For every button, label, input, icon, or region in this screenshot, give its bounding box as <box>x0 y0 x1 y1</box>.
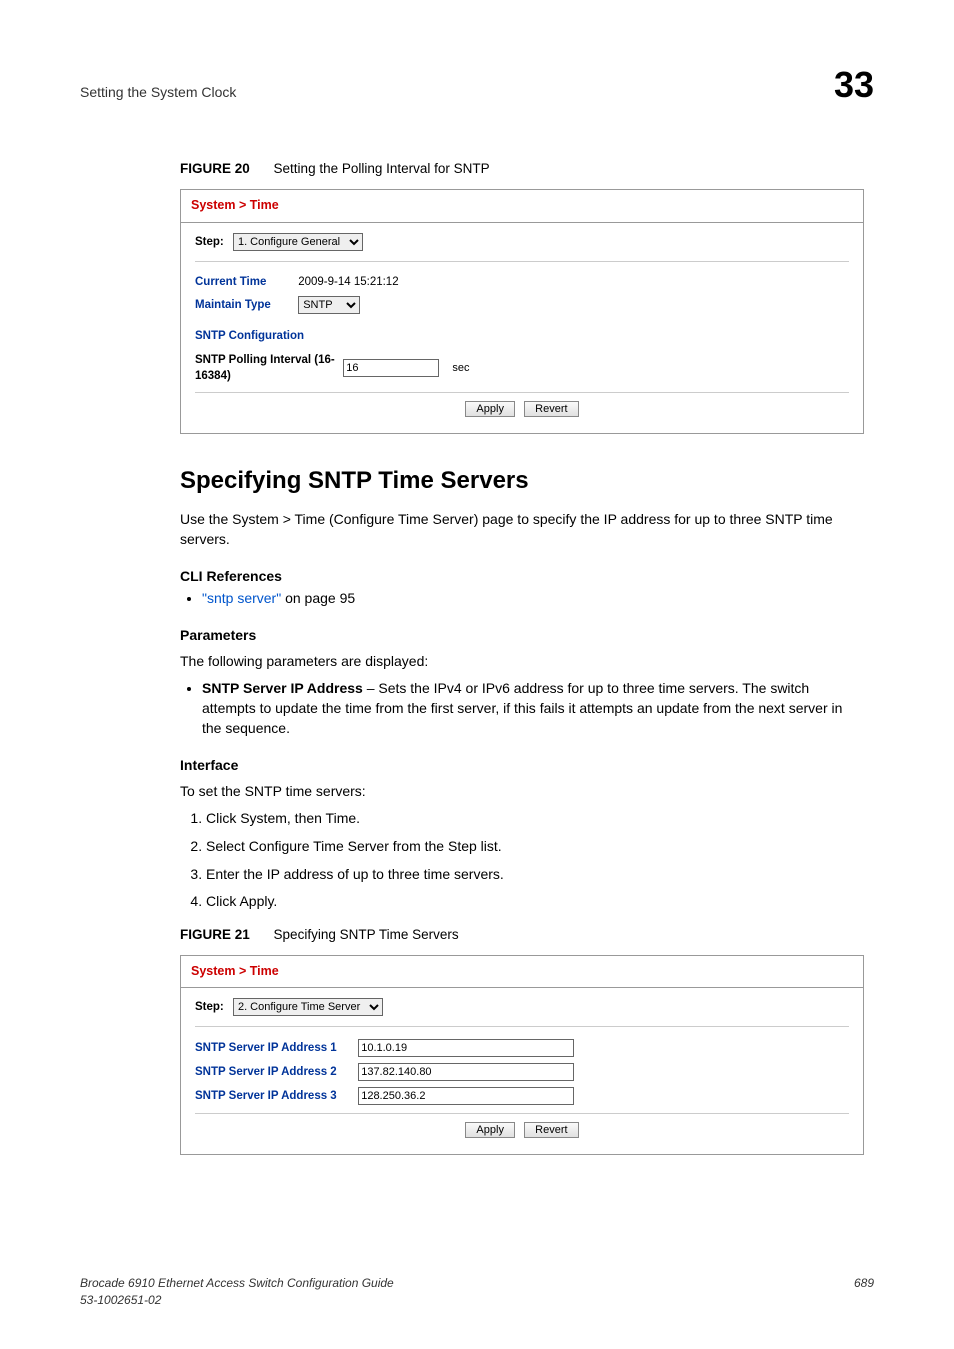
interface-heading: Interface <box>180 756 864 776</box>
revert-button-fig20[interactable]: Revert <box>524 401 578 417</box>
panel-title-fig21: System > Time <box>181 956 863 989</box>
maintain-type-select[interactable]: SNTP <box>298 296 360 314</box>
addr2-label: SNTP Server IP Address 2 <box>195 1064 355 1080</box>
step-label-fig21: Step: <box>195 1001 224 1013</box>
apply-button-fig20[interactable]: Apply <box>465 401 515 417</box>
interface-step: Click System, then Time. <box>206 809 864 829</box>
parameter-name: SNTP Server IP Address <box>202 680 363 696</box>
poll-interval-input[interactable] <box>343 359 439 377</box>
cli-link-suffix: on page 95 <box>281 590 355 606</box>
step-label-fig20: Step: <box>195 236 224 248</box>
figure20-caption: FIGURE 20 Setting the Polling Interval f… <box>180 160 864 179</box>
sntp-server-link[interactable]: "sntp server" <box>202 590 281 606</box>
current-time-label: Current Time <box>195 274 295 290</box>
figure20-caption-text: Setting the Polling Interval for SNTP <box>274 161 490 176</box>
maintain-type-label: Maintain Type <box>195 297 295 313</box>
cli-references-heading: CLI References <box>180 567 864 587</box>
figure21-panel: System > Time Step: 2. Configure Time Se… <box>180 955 864 1156</box>
addr1-label: SNTP Server IP Address 1 <box>195 1040 355 1056</box>
parameters-heading: Parameters <box>180 626 864 646</box>
figure21-caption: FIGURE 21 Specifying SNTP Time Servers <box>180 926 864 945</box>
poll-unit: sec <box>452 362 469 374</box>
parameters-intro: The following parameters are displayed: <box>180 652 864 672</box>
page-footer: Brocade 6910 Ethernet Access Switch Conf… <box>80 1275 874 1309</box>
revert-button-fig21[interactable]: Revert <box>524 1122 578 1138</box>
addr3-label: SNTP Server IP Address 3 <box>195 1088 355 1104</box>
poll-interval-label: SNTP Polling Interval (16-16384) <box>195 352 340 384</box>
figure21-caption-text: Specifying SNTP Time Servers <box>274 927 459 942</box>
footer-pagenum: 689 <box>854 1275 874 1309</box>
interface-step: Click Apply. <box>206 892 864 912</box>
addr1-input[interactable] <box>358 1039 574 1057</box>
cli-reference-item: "sntp server" on page 95 <box>202 589 864 609</box>
parameter-item: SNTP Server IP Address – Sets the IPv4 o… <box>202 679 864 738</box>
interface-step: Select Configure Time Server from the St… <box>206 837 864 857</box>
step-select-fig20[interactable]: 1. Configure General <box>233 233 363 251</box>
section-heading: Specifying SNTP Time Servers <box>180 464 864 498</box>
page-header-left: Setting the System Clock <box>80 83 236 103</box>
interface-step: Enter the IP address of up to three time… <box>206 865 864 885</box>
footer-docnum: 53-1002651-02 <box>80 1292 394 1309</box>
step-select-fig21[interactable]: 2. Configure Time Server <box>233 998 383 1016</box>
interface-steps: Click System, then Time. Select Configur… <box>180 809 864 911</box>
sntp-config-header: SNTP Configuration <box>195 328 849 344</box>
figure21-label: FIGURE 21 <box>180 927 250 942</box>
figure20-label: FIGURE 20 <box>180 161 250 176</box>
page-number-top: 33 <box>834 60 874 110</box>
panel-title-fig20: System > Time <box>181 190 863 223</box>
current-time-value: 2009-9-14 15:21:12 <box>298 274 398 290</box>
addr3-input[interactable] <box>358 1087 574 1105</box>
addr2-input[interactable] <box>358 1063 574 1081</box>
section-intro: Use the System > Time (Configure Time Se… <box>180 510 864 549</box>
interface-intro: To set the SNTP time servers: <box>180 782 864 802</box>
apply-button-fig21[interactable]: Apply <box>465 1122 515 1138</box>
figure20-panel: System > Time Step: 1. Configure General… <box>180 189 864 434</box>
footer-title: Brocade 6910 Ethernet Access Switch Conf… <box>80 1275 394 1292</box>
